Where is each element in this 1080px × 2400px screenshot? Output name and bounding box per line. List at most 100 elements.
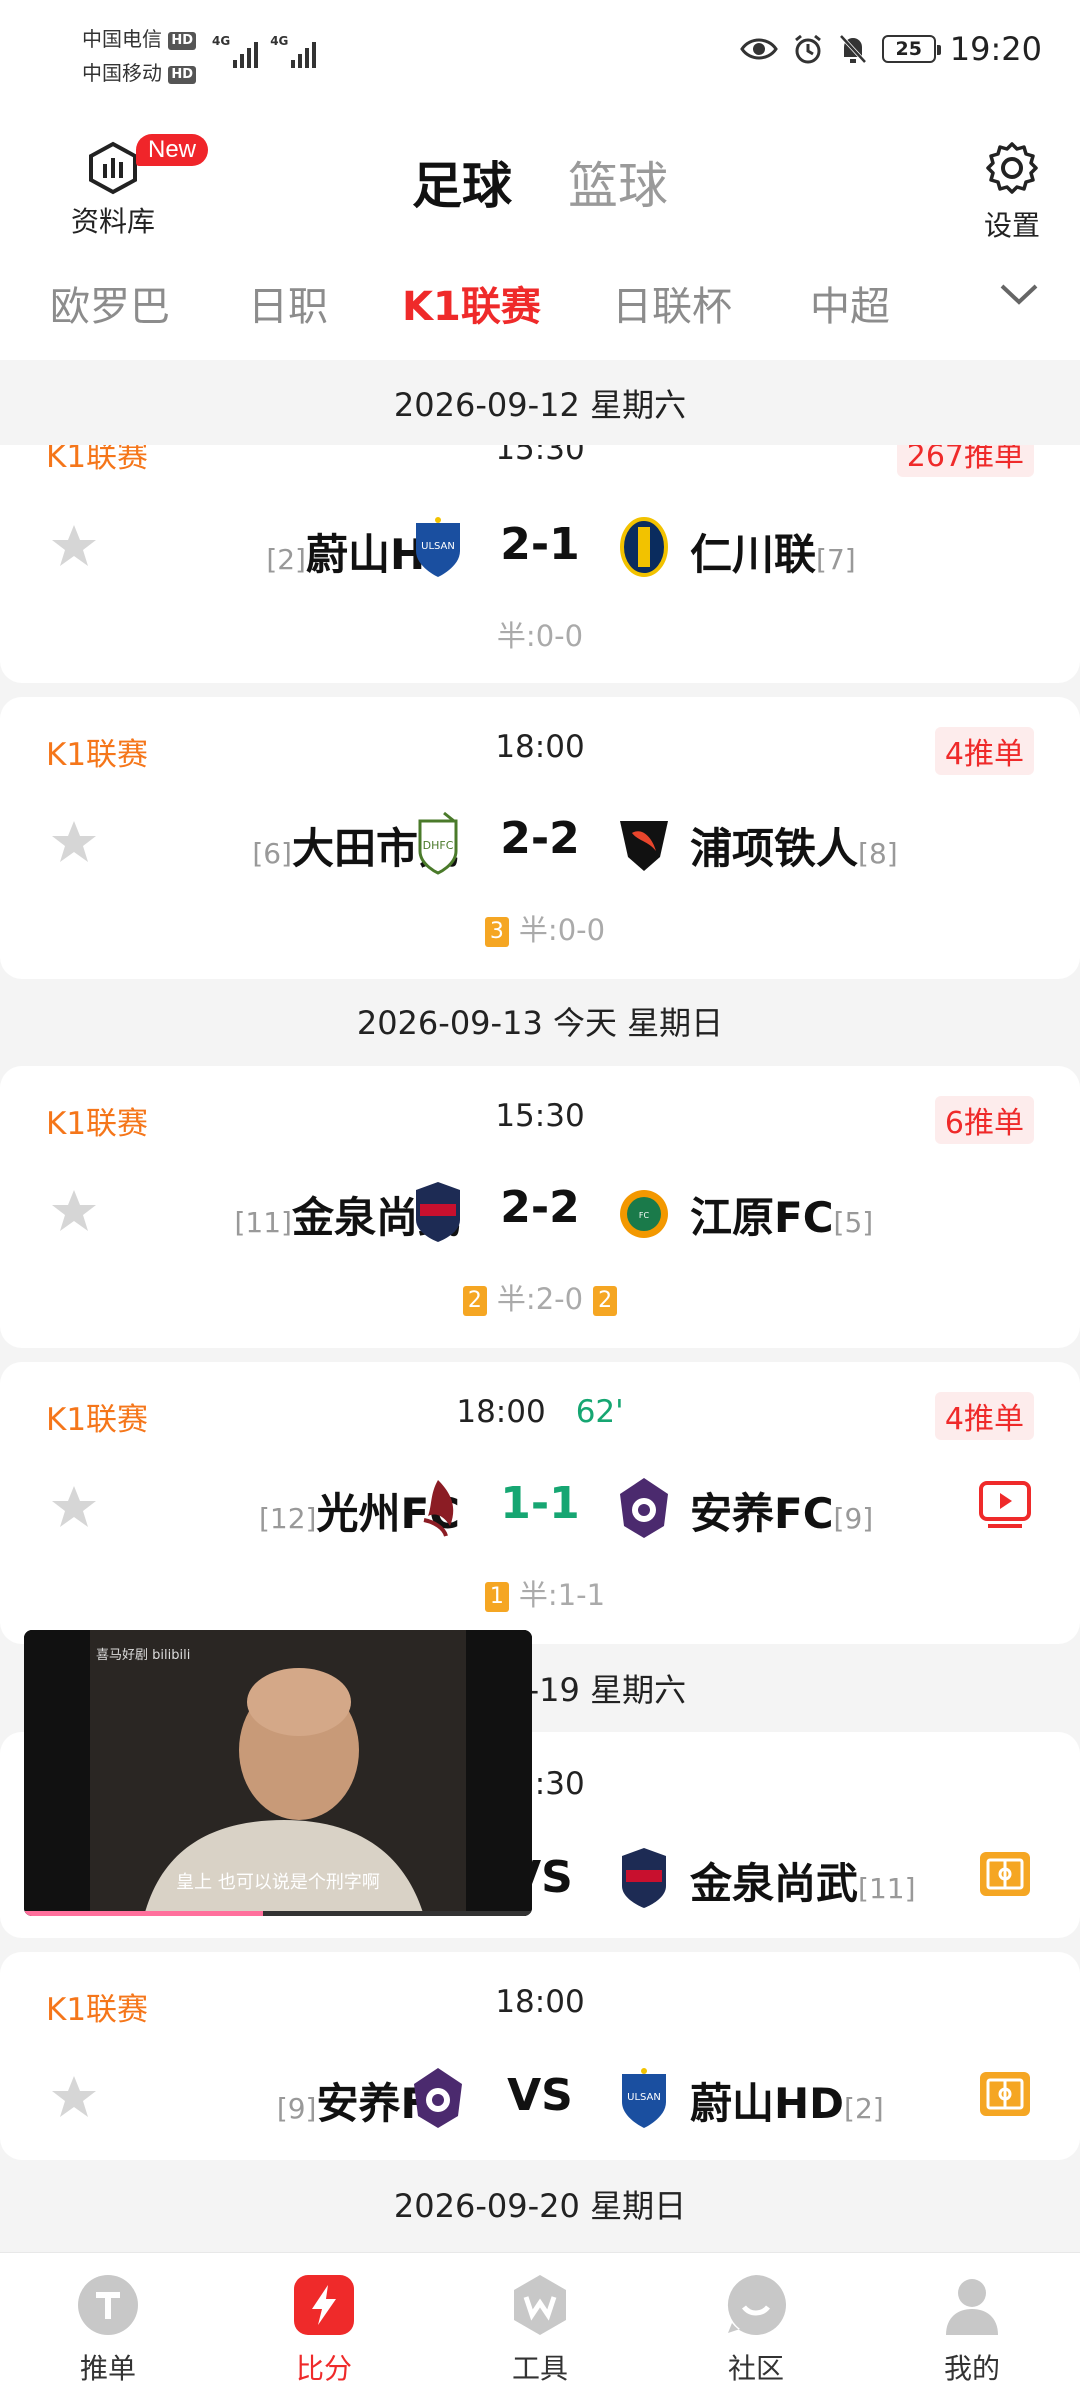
corner-count-away: 2 [593,1286,618,1316]
match-card[interactable]: K1联赛 15:30 267推单 [2]蔚山HD ULSAN 2-1 仁川联[7… [0,445,1080,683]
ulsan-logo-icon: ULSAN [622,2068,666,2128]
nav-tools[interactable]: 工具 [480,2273,600,2387]
video-subtitle: 皇上 也可以说是个刑字啊 [176,1872,380,1893]
anyang-logo-icon [414,2068,462,2128]
away-team[interactable]: 蔚山HD[2] [690,2070,884,2131]
battery-icon: 25 [881,35,941,63]
score: 2-1 [500,519,580,570]
chat-icon [727,2275,786,2335]
half-score: 半:0-0 [496,619,584,653]
tab-europa[interactable]: 欧罗巴 [50,274,170,332]
carrier-2: 中国移动 [82,61,162,85]
video-watermark: 喜马好剧 bilibili [96,1648,191,1663]
alarm-icon [794,34,821,64]
away-team[interactable]: 江原FC[5] [690,1184,873,1245]
away-team[interactable]: 浦项铁人[8] [690,815,898,876]
score: VS [507,2070,573,2121]
half-score: 1 半:1-1 [0,1572,1080,1614]
tips-badge[interactable]: 4推单 [934,1392,1034,1440]
date-header: 2026-09-12 星期六 [393,386,687,424]
tab-football[interactable]: 足球 [412,157,512,215]
mute-bell-icon [839,34,867,64]
signal-icon: 4G [270,34,317,68]
svg-text:ULSAN: ULSAN [421,541,455,552]
match-time: 18:00 [495,1984,585,2020]
tab-basketball[interactable]: 篮球 [568,157,668,215]
video-progress-fill [24,1911,263,1916]
star-icon[interactable] [50,523,98,569]
eye-icon [739,38,778,60]
tab-j1[interactable]: 日职 [248,274,328,332]
settings-button[interactable]: 设置 [982,140,1042,244]
lightning-icon [294,2275,354,2335]
gimcheon-logo-icon [416,1182,460,1242]
half-score: 2 半:2-0 2 [0,1276,1080,1318]
tips-badge[interactable]: 4推单 [934,727,1034,775]
tab-j-cup[interactable]: 日联杯 [612,274,732,332]
match-card[interactable]: K1联赛 18:00 4推单 [6]大田市民 DHFC 2-2 浦项铁人[8] … [0,697,1080,979]
gangwon-logo-icon: FC [620,1190,668,1238]
tips-badge[interactable]: 6推单 [934,1096,1034,1144]
chevron-down-icon[interactable] [998,280,1040,308]
gwangju-logo-icon [423,1480,454,1537]
svg-text:ULSAN: ULSAN [627,2092,661,2103]
anyang-logo-icon [620,1478,668,1538]
carrier-1: 中国电信 [82,27,162,51]
match-time: 15:30 [495,1098,585,1134]
star-icon[interactable] [50,1484,98,1530]
app-header: 资料库 New 足球 篮球 设置 [0,110,1080,250]
tab-csl[interactable]: 中超 [810,274,890,332]
settings-label: 设置 [983,209,1040,242]
hd-badge: HD [168,31,197,50]
ulsan-logo-icon: ULSAN [416,517,460,577]
star-icon[interactable] [50,1188,98,1234]
nav-tips[interactable]: 推单 [48,2273,168,2387]
nav-community[interactable]: 社区 [696,2273,816,2387]
match-card-live[interactable]: K1联赛 18:00 62' 4推单 [12]光州FC 1-1 安养FC[9] 1… [0,1362,1080,1644]
status-bar: 中国电信 HD 中国移动 HD 4G 4G 25 19:20 [0,0,1080,110]
match-time: 18:00 62' [456,1394,624,1430]
person-icon [946,2279,998,2335]
tab-k1[interactable]: K1联赛 [402,274,541,332]
pohang-logo-icon [620,821,668,871]
sport-tabs: 足球 篮球 [0,146,1080,218]
signal-icon: 4G [212,34,259,68]
incheon-logo-icon [620,517,668,577]
star-icon[interactable] [50,2074,98,2120]
hd-badge: HD [168,65,197,84]
signal-icons: 4G 4G [212,34,317,68]
score: 2-2 [500,1182,580,1233]
daejeon-logo-icon: DHFC [418,811,458,875]
score: 1-1 [500,1478,580,1529]
clock: 19:20 [949,30,1042,68]
svg-text:FC: FC [639,1211,650,1220]
pitch-icon[interactable] [978,1850,1032,1898]
corner-count-home: 3 [484,917,509,947]
live-minute: 62' [575,1394,624,1430]
date-header: 2026-09-13 今天 星期日 [356,1004,724,1042]
live-video-icon[interactable] [978,1480,1032,1530]
away-team[interactable]: 安养FC[9] [690,1480,873,1541]
score: 2-2 [500,813,580,864]
video-progress-bar[interactable] [24,1911,532,1916]
corner-count-home: 2 [462,1286,487,1316]
gear-icon [986,142,1038,194]
gimcheon-logo-icon [622,1848,666,1908]
tips-badge[interactable]: 267推单 [896,445,1034,477]
half-score: 3 半:0-0 [0,907,1080,949]
away-team[interactable]: 金泉尚武[11] [690,1850,916,1911]
floating-video-player[interactable]: 喜马好剧 bilibili 皇上 也可以说是个刑字啊 [24,1630,532,1916]
league-tabs: 欧罗巴 日职 K1联赛 日联杯 中超 [0,250,1080,360]
carrier-info: 中国电信 HD 中国移动 HD [82,22,197,90]
date-header: 2026-09-20 星期日 [393,2187,687,2225]
match-card[interactable]: K1联赛 18:00 [9]安养FC VS ULSAN 蔚山HD[2] [0,1952,1080,2160]
nav-scores[interactable]: 比分 [264,2273,384,2387]
match-card[interactable]: K1联赛 15:30 6推单 [11]金泉尚武 2-2 FC 江原FC[5] 2… [0,1066,1080,1348]
star-icon[interactable] [50,819,98,865]
svg-text:DHFC: DHFC [423,839,454,852]
nav-profile[interactable]: 我的 [912,2273,1032,2387]
away-team[interactable]: 仁川联[7] [690,521,856,582]
tools-icon [514,2275,566,2335]
corner-count-home: 1 [484,1582,509,1612]
pitch-icon[interactable] [978,2070,1032,2118]
